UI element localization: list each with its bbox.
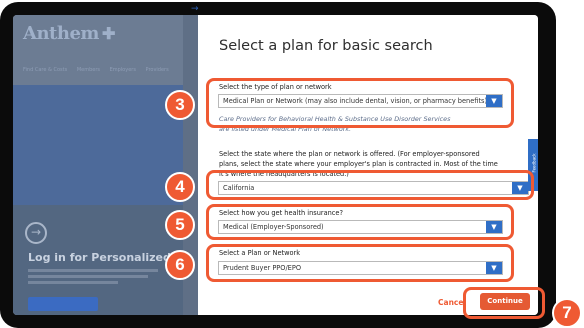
background-header: Anthem ✚ Find Care & Costs Members Employ… <box>13 15 183 85</box>
nav-item[interactable]: Find Care & Costs <box>23 67 67 73</box>
modal-title: Select a plan for basic search <box>219 38 433 54</box>
back-arrow-icon[interactable]: → <box>191 4 199 14</box>
callout-badge-5: 5 <box>165 210 195 240</box>
anthem-logo: Anthem ✚ <box>23 23 115 44</box>
login-button[interactable] <box>28 297 98 311</box>
nav-item[interactable]: Members <box>77 67 100 73</box>
feedback-label: Feedback <box>531 153 537 173</box>
callout-highlight-plan <box>206 244 514 282</box>
callout-highlight-insurance <box>206 204 514 240</box>
cancel-link[interactable]: Cancel <box>438 298 466 307</box>
nav-item[interactable]: Providers <box>146 67 169 73</box>
arrow-circle-icon: → <box>25 222 47 244</box>
state-label: Select the state where the plan or netwo… <box>219 150 480 158</box>
callout-highlight-plan-type <box>206 78 514 128</box>
callout-highlight-state <box>206 170 534 200</box>
background-page: Anthem ✚ Find Care & Costs Members Employ… <box>13 15 183 315</box>
background-nav: Find Care & Costs Members Employers Prov… <box>23 67 177 73</box>
login-text-lines <box>28 269 168 287</box>
callout-badge-7: 7 <box>552 298 582 328</box>
state-label-2: plans, select the state where your emplo… <box>219 160 498 168</box>
background-hero <box>13 85 183 205</box>
cross-shield-icon: ✚ <box>101 24 115 43</box>
callout-badge-3: 3 <box>165 90 195 120</box>
nav-item[interactable]: Employers <box>110 67 136 73</box>
callout-highlight-continue <box>463 287 545 319</box>
callout-badge-6: 6 <box>165 250 195 280</box>
callout-badge-4: 4 <box>165 172 195 202</box>
logo-text: Anthem <box>23 23 99 44</box>
login-heading: Log in for Personalized <box>28 251 171 264</box>
